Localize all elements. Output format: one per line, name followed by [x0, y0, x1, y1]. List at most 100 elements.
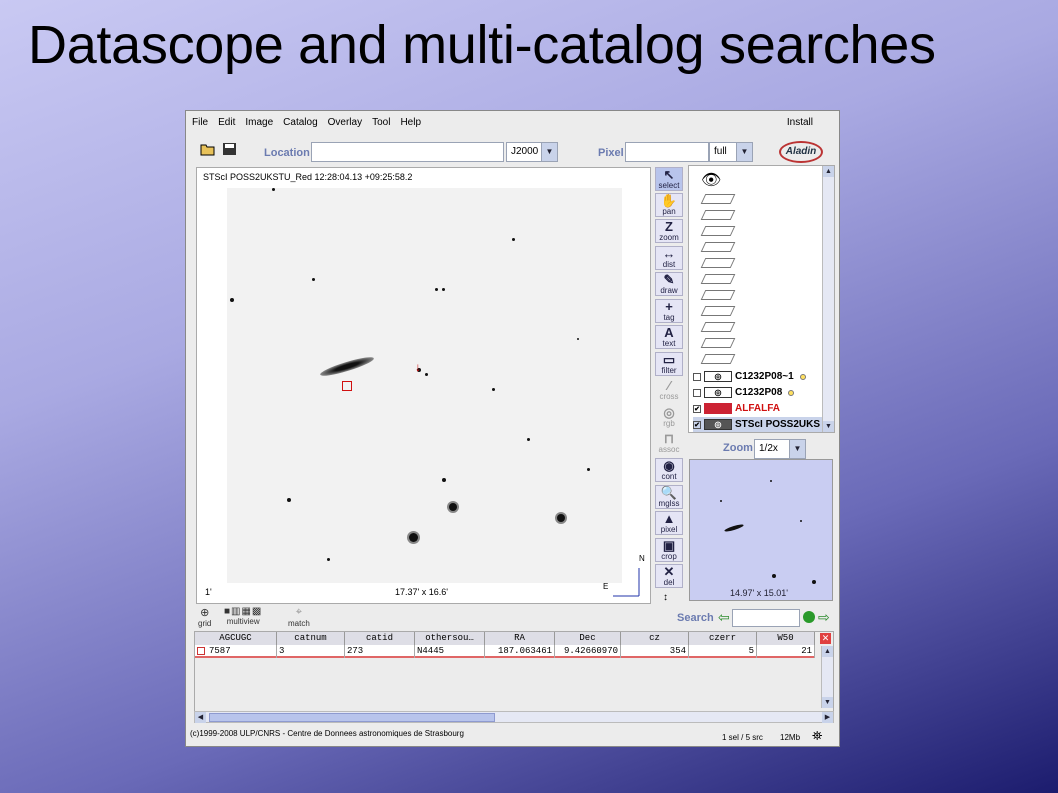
empty-plane[interactable] [700, 258, 736, 268]
zoom-overview[interactable]: 14.97' x 15.01' [689, 459, 833, 601]
text-tool-button[interactable]: Atext [655, 325, 683, 349]
alfalfa-source-marker[interactable] [342, 381, 352, 391]
scale-bar-label: 1' [205, 587, 212, 597]
multiview-button[interactable]: ■▥▦▩ multiview [224, 606, 262, 626]
cross-tool-button[interactable]: ⁄ cross [655, 378, 683, 402]
chevron-down-icon: ▼ [789, 440, 805, 458]
layer-row[interactable]: ◎ C1232P08~1 [693, 369, 821, 384]
scroll-up-icon[interactable]: ▲ [823, 166, 834, 177]
menu-overlay[interactable]: Overlay [328, 117, 362, 128]
layer-name: C1232P08~1 [735, 371, 794, 382]
star [492, 388, 495, 391]
dist-tool-button[interactable]: ↔ dist [655, 246, 683, 270]
menu-edit[interactable]: Edit [218, 117, 235, 128]
pixel-tool-button[interactable]: ▲ pixel [655, 511, 683, 535]
select-tool-button[interactable]: ↖ select [655, 167, 683, 191]
empty-plane[interactable] [700, 290, 736, 300]
column-header[interactable]: czerr [689, 632, 757, 645]
save-disk-icon[interactable] [222, 142, 238, 156]
column-header[interactable]: Dec [555, 632, 621, 645]
open-folder-icon[interactable] [200, 142, 216, 156]
empty-plane[interactable] [700, 354, 736, 364]
column-header[interactable]: cz [621, 632, 689, 645]
scroll-left-icon[interactable]: ◀ [195, 712, 206, 723]
close-table-icon[interactable]: ✕ [820, 633, 831, 644]
telescope-icon[interactable]: ⛯ [812, 728, 822, 744]
cont-tool-button[interactable]: ◉ cont [655, 458, 683, 482]
menu-file[interactable]: File [192, 117, 208, 128]
column-header[interactable]: W50 [757, 632, 815, 645]
scroll-right-icon[interactable]: ▶ [822, 712, 833, 723]
layer-row[interactable]: ◎ C1232P08 [693, 385, 821, 400]
north-label: N [639, 554, 645, 563]
search-forward-icon[interactable]: ⇨ [818, 609, 830, 626]
resize-handle-icon[interactable]: ↕ [663, 592, 668, 603]
del-tool-button[interactable]: ✕ del [655, 564, 683, 588]
star [435, 288, 438, 291]
zoom-select[interactable]: 1/2x ▼ [754, 439, 806, 459]
pan-tool-button[interactable]: ✋ pan [655, 193, 683, 217]
column-header[interactable]: RA [485, 632, 555, 645]
chevron-down-icon: ▼ [736, 143, 752, 161]
search-back-icon[interactable]: ⇦ [718, 609, 730, 626]
mglss-tool-button[interactable]: 🔍 mglss [655, 485, 683, 509]
search-input[interactable] [732, 609, 800, 627]
column-header[interactable]: catid [345, 632, 415, 645]
star [287, 498, 291, 502]
crop-tool-button[interactable]: ▣ crop [655, 538, 683, 562]
layer-row-selected[interactable]: ✔ ◎ STScI POSS2UKS [693, 417, 825, 432]
empty-plane[interactable] [700, 226, 736, 236]
galaxy-icon: ◎ [704, 371, 732, 382]
empty-plane[interactable] [700, 322, 736, 332]
column-header[interactable]: AGCUGC [195, 632, 277, 645]
layer-checkbox[interactable]: ✔ [693, 420, 701, 429]
scroll-up-icon[interactable]: ▲ [822, 646, 833, 657]
menu-install[interactable]: Install [787, 117, 813, 128]
menu-catalog[interactable]: Catalog [283, 117, 317, 128]
image-view[interactable]: STScI POSS2UKSTU_Red 12:28:04.13 +09:25:… [196, 167, 651, 604]
table-hscroll[interactable]: ◀ ▶ [194, 711, 834, 723]
column-header[interactable]: catnum [277, 632, 345, 645]
rgb-tool-button[interactable]: ◎ rgb [655, 405, 683, 429]
location-input[interactable] [311, 142, 504, 162]
layer-checkbox[interactable]: ✔ [693, 404, 701, 413]
draw-tool-button[interactable]: ✎ draw [655, 272, 683, 296]
sky-image[interactable]: ↓ [227, 188, 622, 583]
layer-row[interactable]: ✔ ALFALFA [693, 401, 821, 416]
scroll-thumb[interactable] [209, 713, 495, 722]
match-button[interactable]: ⌖ match [288, 606, 310, 628]
tag-tool-button[interactable]: + tag [655, 299, 683, 323]
filter-tool-button[interactable]: ▭ filter [655, 352, 683, 376]
grid-button[interactable]: ⊕ grid [198, 606, 211, 628]
empty-plane[interactable] [700, 306, 736, 316]
star [512, 238, 515, 241]
scroll-down-icon[interactable]: ▼ [822, 697, 833, 708]
column-header[interactable]: othersou… [415, 632, 485, 645]
frame-select[interactable]: J2000 ▼ [506, 142, 558, 162]
layer-checkbox[interactable] [693, 372, 701, 381]
menu-image[interactable]: Image [245, 117, 273, 128]
star [327, 558, 330, 561]
layer-scrollbar[interactable]: ▲ ▼ [822, 166, 834, 432]
aladin-logo[interactable]: Aladin [779, 141, 823, 163]
empty-plane[interactable] [700, 338, 736, 348]
menu-help[interactable]: Help [400, 117, 421, 128]
zoom-tool-button[interactable]: Zzoom [655, 219, 683, 243]
toolbar: Location J2000 ▼ Pixel full ▼ [186, 139, 839, 165]
pixel-input[interactable] [625, 142, 709, 162]
table-row[interactable]: 7587 3 273 N4445 187.063461 9.42660970 3… [195, 645, 815, 658]
table-vscroll[interactable]: ▲ ▼ [821, 646, 833, 708]
menu-tool[interactable]: Tool [372, 117, 390, 128]
eye-icon[interactable]: 👁 [701, 170, 721, 190]
layer-checkbox[interactable] [693, 388, 701, 397]
empty-plane[interactable] [700, 274, 736, 284]
layer-name: STScI POSS2UKS [735, 419, 821, 430]
assoc-tool-button[interactable]: ⊓ assoc [655, 431, 683, 455]
empty-plane[interactable] [700, 194, 736, 204]
empty-plane[interactable] [700, 210, 736, 220]
pixel-mode-select[interactable]: full ▼ [709, 142, 753, 162]
go-icon[interactable] [803, 611, 815, 623]
row-checkbox[interactable] [197, 646, 205, 655]
scroll-down-icon[interactable]: ▼ [823, 421, 834, 432]
empty-plane[interactable] [700, 242, 736, 252]
